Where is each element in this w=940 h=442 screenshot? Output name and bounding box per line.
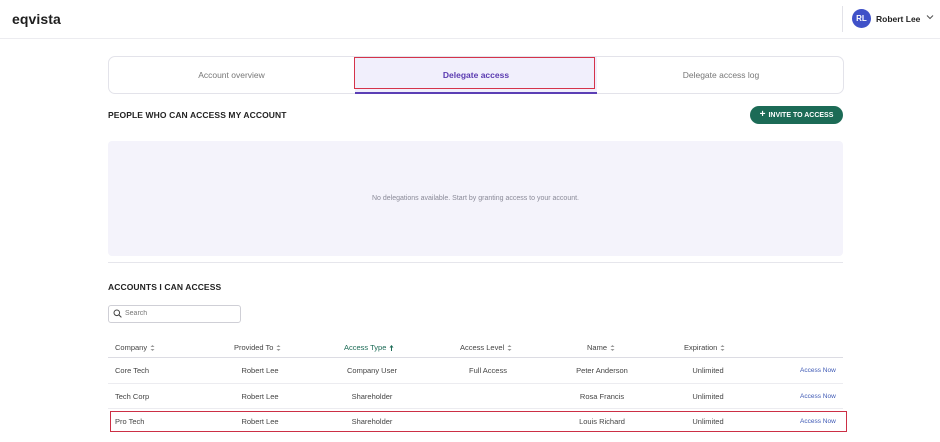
cell-access-type: Shareholder: [351, 392, 393, 401]
col-access-level[interactable]: Access Level: [460, 343, 512, 352]
col-access-type-label: Access Type: [344, 343, 387, 352]
cell-company: Pro Tech: [115, 417, 145, 426]
sort-ascending-icon: [389, 344, 394, 351]
invite-button-label: INVITE TO ACCESS: [768, 111, 834, 119]
sort-icon: [720, 344, 725, 351]
cell-access-level: Full Access: [469, 366, 507, 375]
delegations-title: PEOPLE WHO CAN ACCESS MY ACCOUNT: [108, 110, 287, 120]
cell-expiration: Unlimited: [692, 417, 724, 426]
table-header-divider: [108, 357, 843, 358]
col-access-type[interactable]: Access Type: [344, 343, 394, 352]
access-now-link[interactable]: Access Now: [800, 367, 836, 374]
col-expiration-label: Expiration: [684, 343, 718, 352]
col-company[interactable]: Company: [115, 343, 155, 352]
cell-company: Tech Corp: [115, 392, 150, 401]
col-name-label: Name: [587, 343, 608, 352]
cell-provided-to: Robert Lee: [241, 366, 279, 375]
cell-company: Core Tech: [115, 366, 150, 375]
selected-row-highlight: [110, 411, 847, 432]
cell-expiration: Unlimited: [692, 366, 724, 375]
avatar[interactable]: RL: [852, 9, 871, 28]
access-now-link[interactable]: Access Now: [800, 418, 836, 425]
sort-icon: [276, 344, 281, 351]
sort-icon: [150, 344, 155, 351]
tab-bar: Account overview Delegate access Delegat…: [108, 56, 844, 94]
cell-provided-to: Robert Lee: [241, 417, 279, 426]
col-company-label: Company: [115, 343, 148, 352]
user-name[interactable]: Robert Lee: [876, 14, 920, 24]
col-provided-to-label: Provided To: [234, 343, 274, 352]
tab-delegate-access[interactable]: Delegate access: [355, 57, 597, 94]
sort-icon: [507, 344, 512, 351]
sort-icon: [610, 344, 615, 351]
cell-name: Peter Anderson: [576, 366, 628, 375]
top-bar: eqvista RL Robert Lee: [0, 0, 940, 39]
plus-icon: +: [759, 108, 766, 120]
col-provided-to[interactable]: Provided To: [234, 343, 281, 352]
empty-delegations-panel: No delegations available. Start by grant…: [108, 141, 843, 256]
cell-name: Louis Richard: [579, 417, 625, 426]
col-expiration[interactable]: Expiration: [684, 343, 725, 352]
cell-access-type: Shareholder: [351, 417, 393, 426]
access-now-link[interactable]: Access Now: [800, 393, 836, 400]
col-access-level-label: Access Level: [460, 343, 505, 352]
cell-provided-to: Robert Lee: [241, 392, 279, 401]
cell-name: Rosa Francis: [579, 392, 625, 401]
tab-delegate-access-log[interactable]: Delegate access log: [599, 57, 843, 93]
tab-account-overview[interactable]: Account overview: [109, 57, 354, 93]
cell-expiration: Unlimited: [692, 392, 724, 401]
user-separator: [842, 6, 843, 32]
search-icon: [113, 309, 122, 318]
cell-access-type: Company User: [346, 366, 398, 375]
chevron-down-icon[interactable]: [926, 13, 934, 21]
search-box[interactable]: [108, 305, 241, 323]
col-name[interactable]: Name: [587, 343, 615, 352]
empty-message: No delegations available. Start by grant…: [371, 195, 579, 202]
invite-to-access-button[interactable]: + INVITE TO ACCESS: [750, 106, 843, 124]
search-input[interactable]: [125, 306, 235, 321]
section-divider: [108, 262, 843, 263]
accounts-title: ACCOUNTS I CAN ACCESS: [108, 282, 222, 292]
row-divider: [108, 408, 843, 409]
row-divider: [108, 383, 843, 384]
app-logo[interactable]: eqvista: [12, 11, 61, 27]
